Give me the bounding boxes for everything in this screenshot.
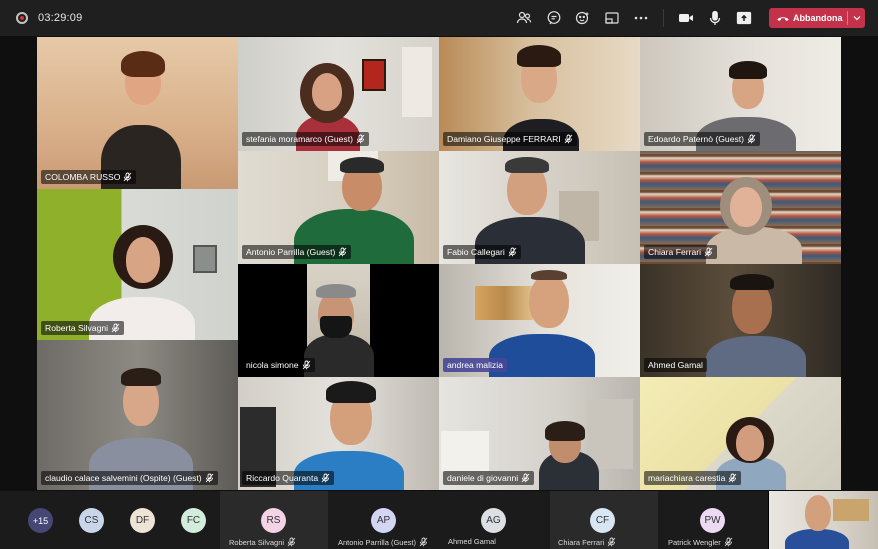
- participant-name-tag: Edoardo Paternò (Guest): [644, 132, 761, 146]
- participants-icon[interactable]: [515, 9, 533, 27]
- leave-button-label: Abbandona: [793, 13, 843, 23]
- mic-off-icon: [521, 473, 530, 483]
- participant-name-tag: Damiano Giuseppe FERRARI: [443, 132, 577, 146]
- video-tile-fabio-callegari[interactable]: Fabio Callegari: [439, 151, 640, 264]
- participant-name-tag: mariachiara carestia: [644, 471, 742, 485]
- mic-off-icon: [508, 247, 517, 257]
- participant-name-tag: Roberta Silvagni: [41, 321, 125, 335]
- mic-off-icon: [607, 537, 616, 547]
- avatar: RS: [261, 508, 286, 533]
- mic-off-icon: [287, 537, 296, 547]
- participant-name-tag: Ahmed Gamal: [644, 358, 707, 372]
- microphone-icon[interactable]: [706, 9, 724, 27]
- participant-name: Roberta Silvagni: [229, 537, 296, 547]
- self-video-preview[interactable]: [768, 491, 878, 549]
- participant-card[interactable]: PW Patrick Wengler: [660, 491, 766, 549]
- video-tile-daniele-di-giovanni[interactable]: daniele di giovanni: [439, 377, 640, 490]
- mic-off-icon: [564, 134, 573, 144]
- share-tray-icon[interactable]: [603, 9, 621, 27]
- mic-off-icon: [302, 360, 311, 370]
- video-tile-colomba-russo[interactable]: COLOMBA RUSSO: [37, 37, 238, 189]
- camera-icon[interactable]: [677, 9, 695, 27]
- participant-card[interactable]: AP Antonio Parrilla (Guest): [330, 491, 438, 549]
- record-icon: [16, 12, 28, 24]
- participant-name: Patrick Wengler: [668, 537, 733, 547]
- avatar: PW: [700, 508, 725, 533]
- participant-card[interactable]: CF Chiara Ferrari: [550, 491, 658, 549]
- participant-name-tag: Antonio Parrilla (Guest): [242, 245, 352, 259]
- video-tile-nicola-simone[interactable]: nicola simone: [238, 264, 439, 377]
- mic-off-icon: [205, 473, 214, 483]
- meeting-timer: 03:29:09: [38, 12, 83, 24]
- participant-name-tag: Riccardo Quaranta: [242, 471, 335, 485]
- leave-split-divider: [847, 11, 848, 25]
- meeting-top-bar: 03:29:09 Abbandona: [0, 0, 878, 36]
- video-tile-andrea-malizia[interactable]: andrea malizia: [439, 264, 640, 377]
- participant-card[interactable]: AG Ahmed Gamal: [440, 491, 548, 549]
- hang-up-icon: [776, 11, 790, 25]
- mic-off-icon: [356, 134, 365, 144]
- avatar: AP: [371, 508, 396, 533]
- mic-off-icon: [704, 247, 713, 257]
- leave-button[interactable]: Abbandona: [769, 8, 865, 28]
- video-tile-stefania-moramarco[interactable]: stefania moramarco (Guest): [238, 37, 439, 151]
- participant-name-tag: andrea malizia: [443, 358, 507, 372]
- participant-name-tag: Chiara Ferrari: [644, 245, 718, 259]
- mic-off-icon: [728, 473, 737, 483]
- participant-name: Ahmed Gamal: [448, 537, 496, 546]
- participant-name-tag: claudio calace salvemini (Ospite) (Guest…: [41, 471, 218, 485]
- avatar[interactable]: DF: [130, 508, 155, 533]
- avatar[interactable]: FC: [181, 508, 206, 533]
- mic-off-icon: [419, 537, 428, 547]
- avatar[interactable]: CS: [79, 508, 104, 533]
- avatar: AG: [481, 508, 506, 533]
- video-tile-mariachiara-carestia[interactable]: mariachiara carestia: [640, 377, 841, 490]
- participant-name: Antonio Parrilla (Guest): [338, 537, 428, 547]
- mic-off-icon: [123, 172, 132, 182]
- video-tile-roberta-silvagni[interactable]: Roberta Silvagni: [37, 189, 238, 340]
- participant-name-tag: nicola simone: [242, 358, 315, 372]
- mic-off-icon: [321, 473, 330, 483]
- participant-card[interactable]: RS Roberta Silvagni: [220, 491, 328, 549]
- toolbar-divider: [663, 9, 664, 27]
- video-tile-edoardo-paterno[interactable]: Edoardo Paternò (Guest): [640, 37, 841, 151]
- chat-icon[interactable]: [545, 9, 563, 27]
- video-tile-ahmed-gamal[interactable]: Ahmed Gamal: [640, 264, 841, 377]
- video-tile-chiara-ferrari[interactable]: Chiara Ferrari: [640, 151, 841, 264]
- mic-off-icon: [338, 247, 347, 257]
- participant-name: Chiara Ferrari: [558, 537, 616, 547]
- avatar: CF: [590, 508, 615, 533]
- overflow-participants-button[interactable]: +15: [28, 508, 53, 533]
- video-tile-antonio-parrilla[interactable]: Antonio Parrilla (Guest): [238, 151, 439, 264]
- participant-name-tag: stefania moramarco (Guest): [242, 132, 369, 146]
- chevron-down-icon[interactable]: [852, 12, 862, 24]
- mic-off-icon: [747, 134, 756, 144]
- video-tile-riccardo-quaranta[interactable]: Riccardo Quaranta: [238, 377, 439, 490]
- participant-name-tag: COLOMBA RUSSO: [41, 170, 137, 184]
- video-tile-claudio-calace-salvemini[interactable]: claudio calace salvemini (Ospite) (Guest…: [37, 340, 238, 490]
- reactions-icon[interactable]: [574, 9, 592, 27]
- participant-name-tag: Fabio Callegari: [443, 245, 521, 259]
- more-icon[interactable]: [632, 9, 650, 27]
- mic-off-icon: [724, 537, 733, 547]
- video-tile-damiano-ferrari[interactable]: Damiano Giuseppe FERRARI: [439, 37, 640, 151]
- share-screen-icon[interactable]: [735, 9, 753, 27]
- mic-off-icon: [111, 323, 120, 333]
- participant-name-tag: daniele di giovanni: [443, 471, 535, 485]
